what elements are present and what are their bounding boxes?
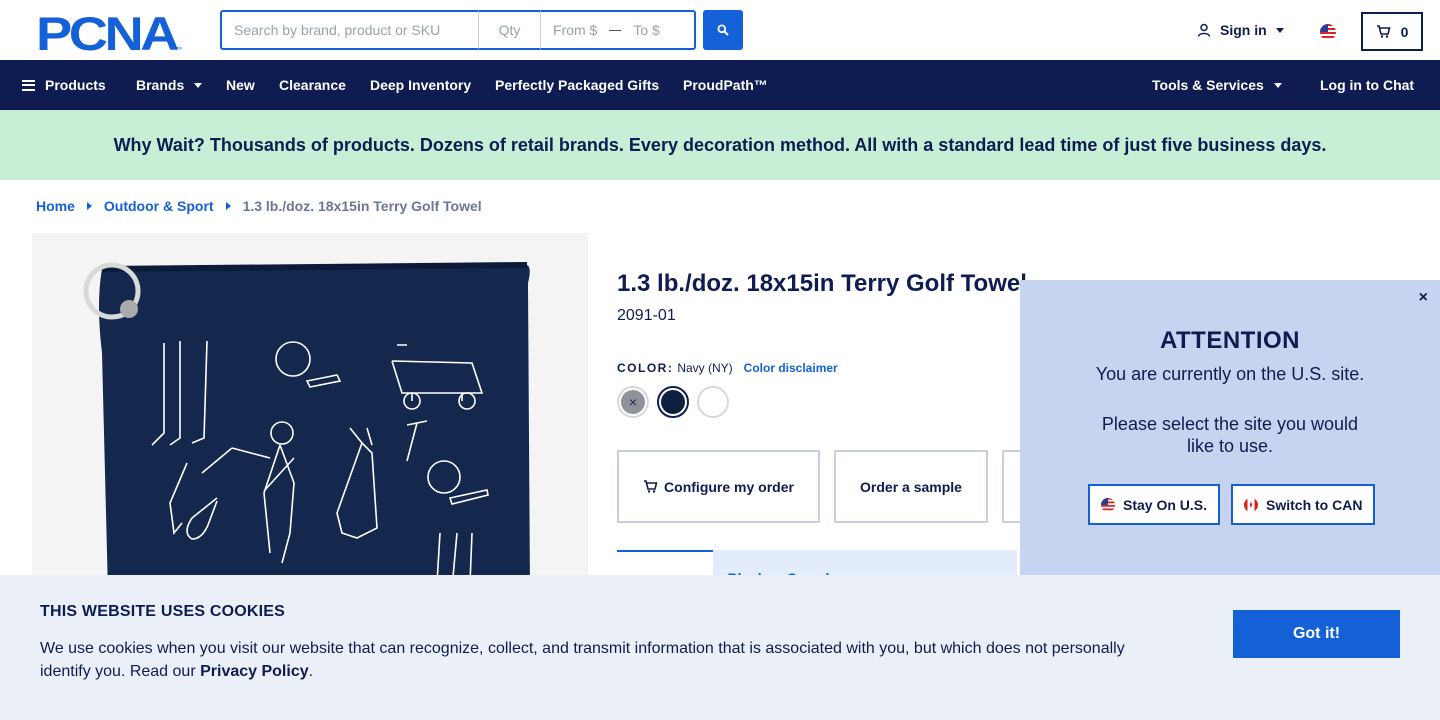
swatch-navy[interactable] bbox=[657, 386, 689, 418]
color-disclaimer-link[interactable]: Color disclaimer bbox=[744, 361, 838, 375]
nav-packaged-gifts[interactable]: Perfectly Packaged Gifts bbox=[495, 77, 659, 93]
ca-flag-icon bbox=[1244, 497, 1258, 512]
popup-heading: ATTENTION bbox=[1159, 327, 1301, 354]
promo-text: Why Wait? Thousands of products. Dozens … bbox=[113, 134, 1327, 155]
nav-tools-services[interactable]: Tools & Services bbox=[1152, 77, 1282, 93]
popup-message-select: Please select the site you would like to… bbox=[1101, 414, 1359, 456]
cart-icon bbox=[1376, 25, 1391, 38]
accept-cookies-button[interactable]: Got it! bbox=[1233, 610, 1400, 658]
region-select-popup: × ATTENTION You are currently on the U.S… bbox=[1020, 280, 1440, 580]
nav-proudpath[interactable]: ProudPath™ bbox=[683, 77, 768, 93]
search-bar: Search by brand, product or SKU Qty From… bbox=[220, 10, 696, 50]
swatch-gray[interactable]: × bbox=[617, 386, 649, 418]
color-selector-label: COLOR: Navy (NY) Color disclaimer bbox=[617, 361, 838, 375]
site-header: PCNA ™ Search by brand, product or SKU Q… bbox=[0, 0, 1440, 60]
search-button[interactable] bbox=[703, 10, 743, 50]
chevron-right-icon bbox=[225, 202, 231, 210]
us-flag-icon bbox=[1101, 497, 1115, 512]
search-input[interactable]: Search by brand, product or SKU bbox=[220, 10, 478, 50]
nav-new[interactable]: New bbox=[226, 77, 255, 93]
cart-count: 0 bbox=[1400, 23, 1409, 40]
privacy-policy-link[interactable]: Privacy Policy bbox=[200, 663, 309, 680]
nav-clearance[interactable]: Clearance bbox=[279, 77, 346, 93]
sign-in-label: Sign in bbox=[1220, 22, 1267, 38]
price-range-input[interactable]: From $ To $ bbox=[540, 10, 696, 50]
product-sku: 2091-01 bbox=[617, 307, 676, 324]
cookie-text: We use cookies when you visit our websit… bbox=[40, 640, 1125, 680]
pcna-logo[interactable]: PCNA ™ bbox=[36, 12, 184, 52]
breadcrumb: Home Outdoor & Sport 1.3 lb./doz. 18x15i… bbox=[36, 198, 482, 214]
color-label: COLOR: bbox=[617, 361, 674, 375]
promo-banner: Why Wait? Thousands of products. Dozens … bbox=[0, 110, 1440, 180]
nav-chat-login[interactable]: Log in to Chat bbox=[1320, 77, 1414, 93]
range-dash bbox=[609, 29, 622, 31]
logo-text: PCNA bbox=[36, 12, 178, 52]
color-swatches: × bbox=[617, 386, 729, 418]
nav-brands[interactable]: Brands bbox=[136, 77, 203, 93]
price-from-input[interactable]: From $ bbox=[553, 22, 597, 38]
menu-icon bbox=[22, 79, 35, 91]
product-title: 1.3 lb./doz. 18x15in Terry Golf Towel bbox=[617, 270, 1027, 297]
cookie-banner: THIS WEBSITE USES COOKIES We use cookies… bbox=[0, 575, 1440, 720]
breadcrumb-home[interactable]: Home bbox=[36, 198, 75, 214]
swatch-white[interactable] bbox=[697, 386, 729, 418]
pricing-tabs: Decorated Blank or Sample bbox=[617, 550, 1018, 590]
stay-us-button[interactable]: Stay On U.S. bbox=[1088, 484, 1221, 525]
qty-input[interactable]: Qty bbox=[478, 10, 540, 50]
cart-button[interactable]: 0 bbox=[1361, 12, 1423, 51]
chevron-down-icon bbox=[1273, 82, 1282, 88]
cart-icon bbox=[644, 480, 658, 493]
close-icon[interactable]: × bbox=[1419, 289, 1428, 307]
popup-message-current: You are currently on the U.S. site. bbox=[1095, 364, 1365, 384]
order-sample-button[interactable]: Order a sample bbox=[834, 450, 988, 523]
chevron-right-icon bbox=[86, 202, 92, 210]
color-value: Navy (NY) bbox=[677, 361, 733, 375]
svg-text:™: ™ bbox=[176, 46, 182, 52]
user-icon bbox=[1197, 23, 1211, 37]
chevron-down-icon bbox=[1275, 27, 1284, 33]
us-flag-icon[interactable] bbox=[1320, 24, 1336, 40]
configure-order-button[interactable]: Configure my order bbox=[617, 450, 820, 523]
switch-can-button[interactable]: Switch to CAN bbox=[1231, 484, 1376, 525]
price-to-input[interactable]: To $ bbox=[633, 22, 659, 38]
search-icon bbox=[717, 24, 729, 36]
breadcrumb-category[interactable]: Outdoor & Sport bbox=[104, 198, 214, 214]
nav-products[interactable]: Products bbox=[22, 77, 106, 93]
main-nav: Products Brands New Clearance Deep Inven… bbox=[0, 60, 1440, 110]
unavailable-x-icon: × bbox=[621, 390, 645, 414]
cookie-heading: THIS WEBSITE USES COOKIES bbox=[40, 603, 286, 620]
nav-deep-inventory[interactable]: Deep Inventory bbox=[370, 77, 471, 93]
sign-in-menu[interactable]: Sign in bbox=[1197, 22, 1284, 38]
breadcrumb-current: 1.3 lb./doz. 18x15in Terry Golf Towel bbox=[242, 198, 482, 214]
chevron-down-icon bbox=[194, 82, 203, 88]
product-actions: Configure my order Order a sample bbox=[617, 450, 1062, 523]
